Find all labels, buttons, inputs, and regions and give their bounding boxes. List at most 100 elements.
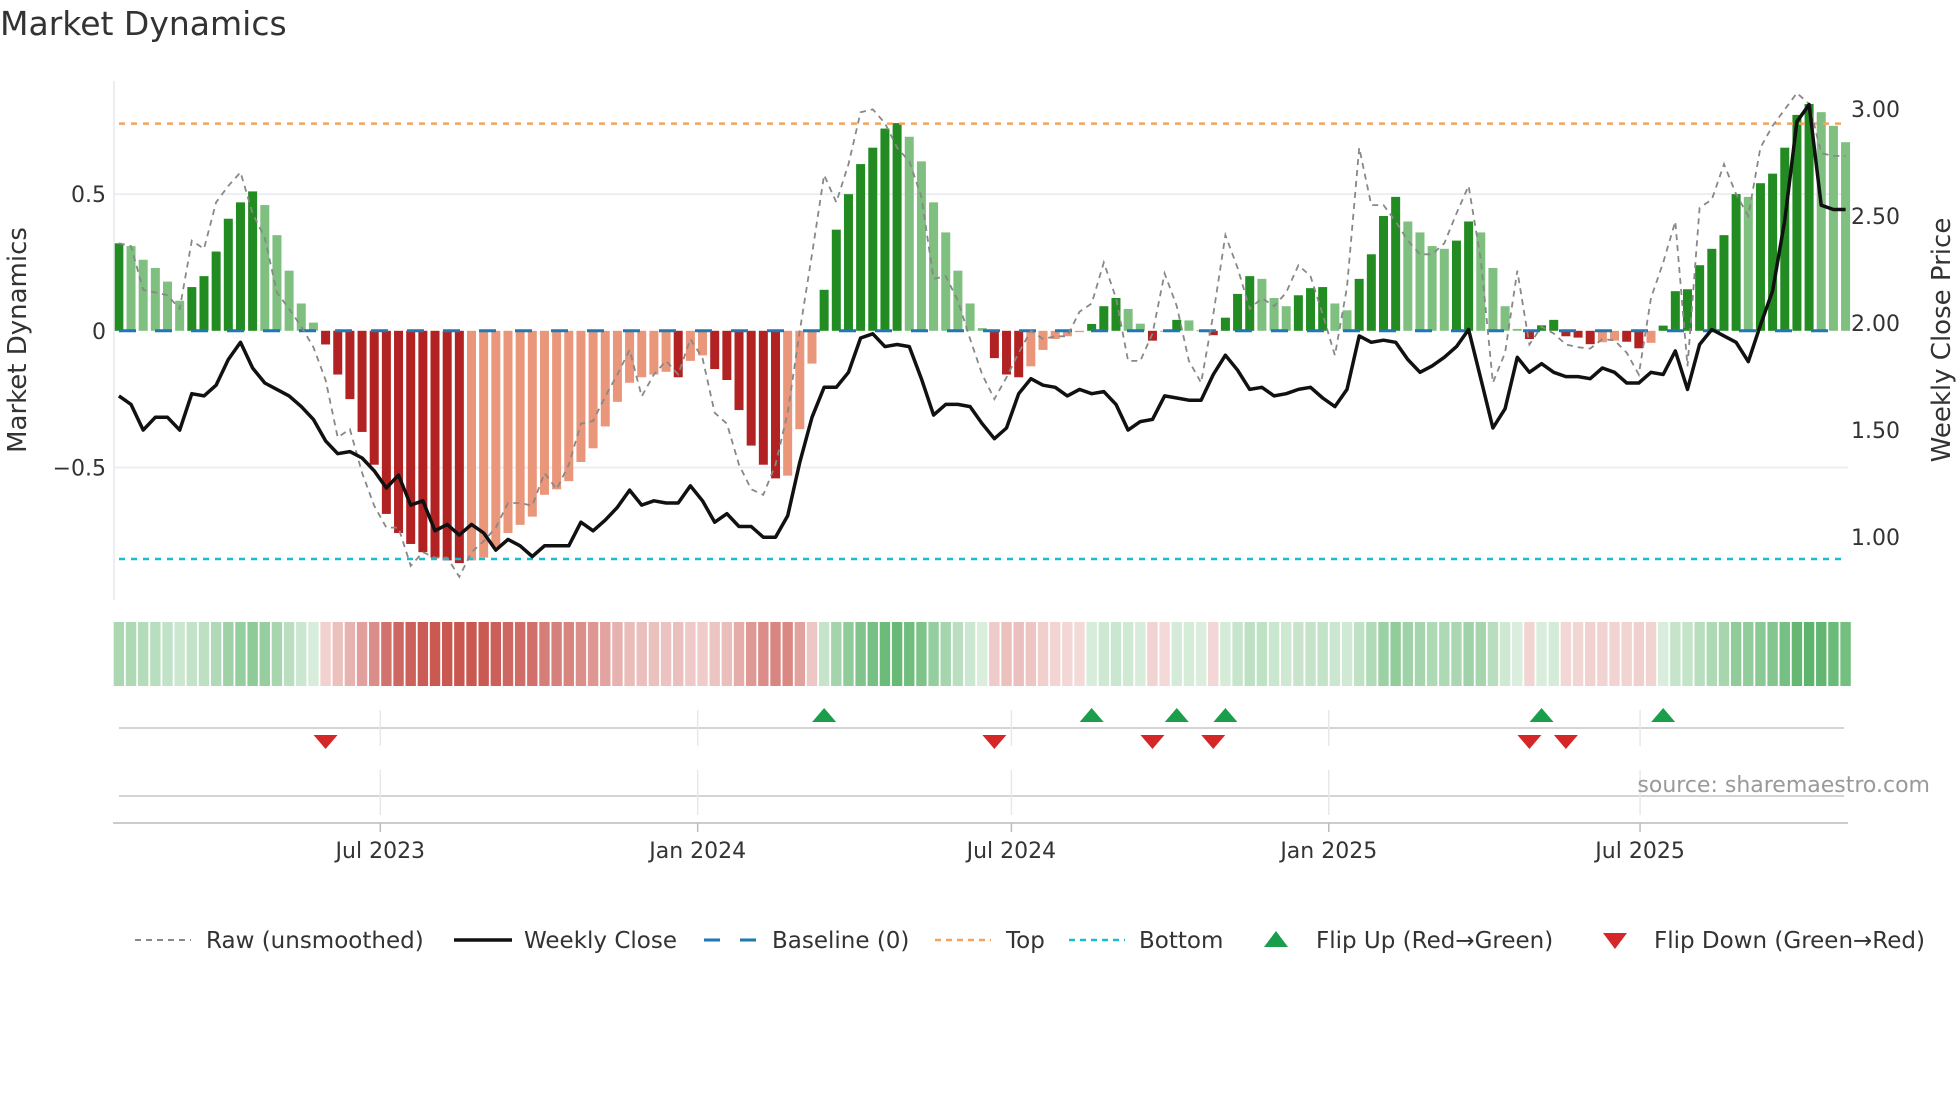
dynamics-bar (819, 289, 829, 331)
dynamics-bar (710, 330, 720, 370)
legend-label: Weekly Close (524, 928, 677, 954)
heat-cell (320, 622, 331, 686)
dynamics-bar (600, 330, 610, 427)
dynamics-bar (722, 330, 732, 380)
dynamics-bar (941, 232, 951, 331)
dynamics-bar (454, 330, 464, 564)
dynamics-bar (831, 229, 841, 331)
dynamics-bar (564, 330, 574, 482)
heat-cell (1062, 622, 1073, 686)
dynamics-bar (929, 202, 939, 331)
legend-item-raw: Raw (unsmoothed) (135, 928, 424, 954)
dynamics-bar (357, 330, 367, 432)
heat-cell (745, 622, 757, 686)
dynamics-bar (150, 267, 160, 331)
flip-down-marker (1517, 735, 1542, 749)
dynamics-bar (1549, 319, 1559, 331)
heat-cell (1232, 622, 1243, 686)
heat-cell (1706, 622, 1718, 686)
legend-item-close: Weekly Close (454, 928, 677, 954)
legend-label: Baseline (0) (772, 928, 909, 954)
heat-cell (1049, 622, 1061, 686)
dynamics-bar (904, 136, 914, 331)
heat-cell (1645, 622, 1657, 686)
dynamics-bar (783, 330, 793, 476)
heat-cell (940, 622, 951, 686)
dynamics-bar (187, 287, 197, 331)
heat-cell (1767, 622, 1778, 686)
heat-cell (806, 622, 818, 686)
legend-item-flip-up: Flip Up (Red→Green) (1264, 928, 1553, 954)
heat-cell (1329, 622, 1341, 686)
dynamics-bar (284, 270, 294, 331)
dynamics-bar (345, 330, 355, 400)
dynamics-bar (333, 330, 343, 375)
heat-cell (1208, 622, 1219, 686)
heat-cell (1037, 622, 1049, 686)
dynamics-bar (1707, 248, 1717, 331)
heat-cell (1451, 622, 1462, 686)
dynamics-bar (394, 330, 404, 534)
heat-cell (198, 622, 210, 686)
heat-cell (369, 622, 380, 686)
y2-tick-label: 3.00 (1851, 98, 1900, 123)
dynamics-bar (1123, 308, 1133, 331)
dynamics-bar (1415, 232, 1425, 331)
heat-cell (1281, 622, 1292, 686)
heat-cell (989, 622, 1000, 686)
flip-down-marker (982, 735, 1007, 749)
dynamics-bar (1768, 173, 1778, 331)
dynamics-bar (795, 330, 805, 430)
triangle-up-icon (1264, 931, 1288, 947)
y-tick-label: 0 (92, 320, 106, 345)
flip-panel: Jul 2023 Jan 2024 Jul 2024 Jan 2025 Jul 2025 (113, 708, 1848, 864)
dynamics-bar (321, 330, 331, 345)
heat-cell (1086, 622, 1097, 686)
heat-cell (928, 622, 939, 686)
flip-up-marker (1651, 708, 1676, 722)
dynamics-bar (211, 251, 221, 331)
heat-cell (247, 622, 258, 686)
dynamics-bar (199, 276, 209, 331)
heat-cell (1098, 622, 1110, 686)
dynamics-bar (892, 123, 902, 331)
heat-cell (1597, 622, 1608, 686)
legend-item-top: Top (935, 928, 1045, 954)
dynamics-bar (1585, 330, 1595, 345)
heat-cell (612, 622, 623, 686)
heat-cell (1135, 622, 1146, 686)
dynamics-bar (649, 330, 659, 375)
x-tick-label: Jul 2025 (1593, 839, 1685, 864)
dynamics-bar (1354, 278, 1364, 331)
heat-cell (1378, 622, 1389, 686)
heat-cell (952, 622, 964, 686)
y2-axis-label: Weekly Close Price (1927, 218, 1957, 463)
heat-cell (1512, 622, 1523, 686)
heat-cell (1548, 622, 1559, 686)
dynamics-bar (369, 330, 379, 465)
heat-cell (405, 622, 416, 686)
dynamics-bar (1719, 235, 1729, 331)
heat-cell (782, 622, 793, 686)
heat-cell (150, 622, 161, 686)
dynamics-bar (515, 330, 525, 525)
heat-cell (417, 622, 429, 686)
heat-cell (600, 622, 611, 686)
heat-cell (1317, 622, 1328, 686)
heat-cell (490, 622, 502, 686)
heat-cell (648, 622, 660, 686)
heat-cell (137, 622, 149, 686)
heat-strip (113, 622, 1851, 686)
dynamics-bar (1172, 319, 1182, 331)
heat-cell (1256, 622, 1268, 686)
heat-cell (758, 622, 769, 686)
heat-cell (794, 622, 806, 686)
heat-cell (454, 622, 465, 686)
heat-cell (1353, 622, 1365, 686)
dynamics-bar (576, 330, 586, 462)
heat-cell (514, 622, 526, 686)
dynamics-bar (1731, 194, 1741, 331)
dynamics-bar (1257, 278, 1267, 331)
heat-cell (441, 622, 453, 686)
dynamics-bar (1099, 306, 1109, 331)
